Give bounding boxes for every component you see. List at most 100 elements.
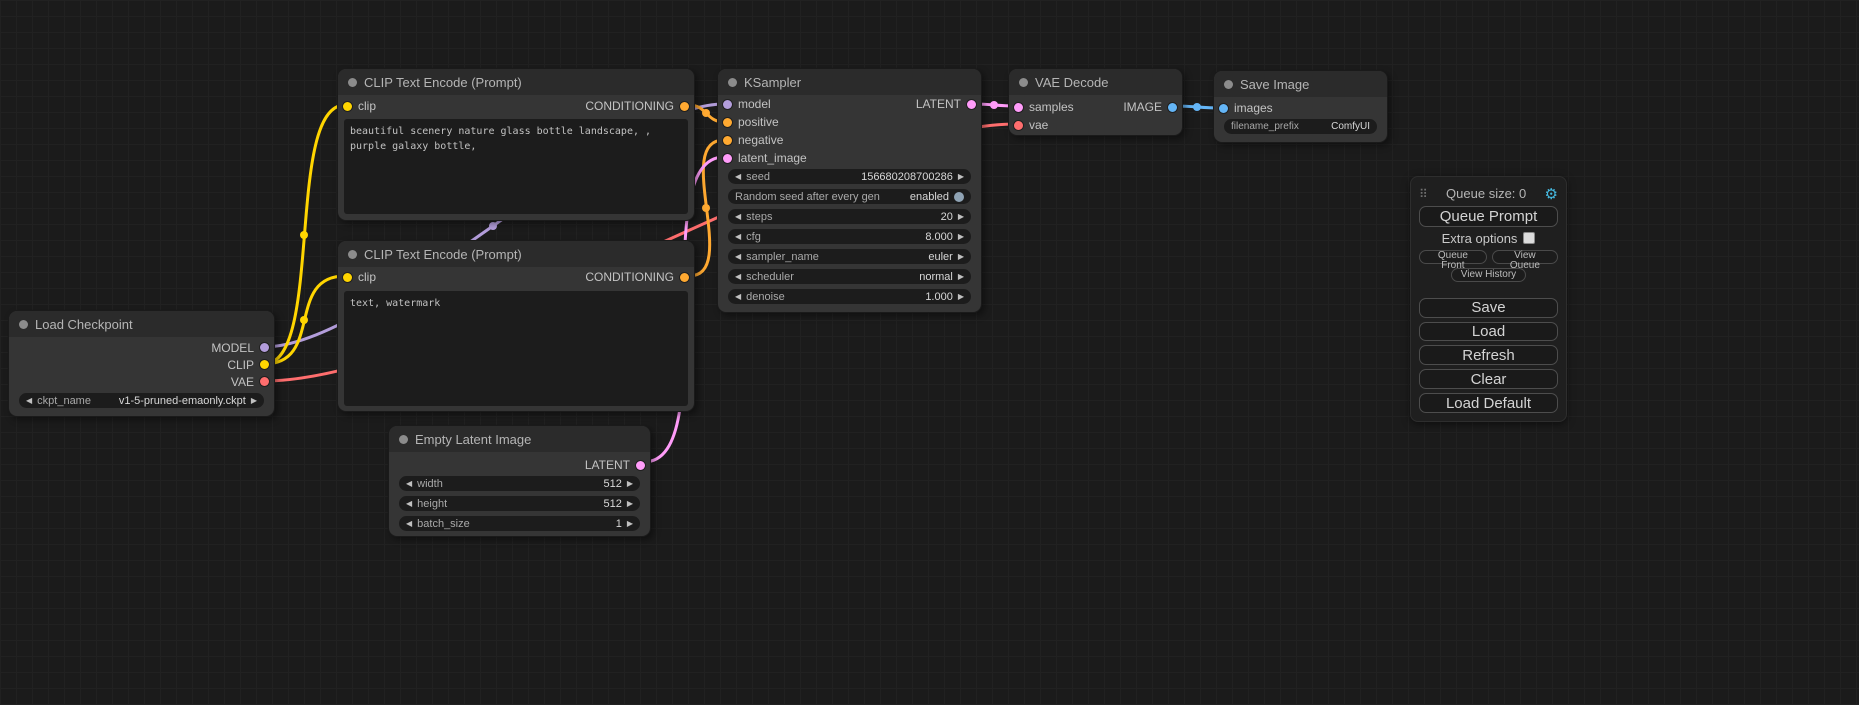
widget-width[interactable]: ◀ width 512 ▶ [399, 476, 640, 491]
increment-arrow-icon[interactable]: ▶ [958, 292, 964, 301]
increment-arrow-icon[interactable]: ▶ [627, 519, 633, 528]
slot-row: images [1214, 99, 1387, 117]
widget-name: denoise [746, 291, 785, 303]
increment-arrow-icon[interactable]: ▶ [958, 172, 964, 181]
input-port-latent-image[interactable] [723, 154, 732, 163]
node-title-bar[interactable]: Save Image [1214, 71, 1387, 97]
node-title-bar[interactable]: Empty Latent Image [389, 426, 650, 452]
node-title-bar[interactable]: VAE Decode [1009, 69, 1182, 95]
slot-row: vae [1009, 116, 1182, 134]
increment-arrow-icon[interactable]: ▶ [958, 252, 964, 261]
output-port-latent[interactable] [636, 461, 645, 470]
decrement-arrow-icon[interactable]: ◀ [735, 272, 741, 281]
node-title-bar[interactable]: CLIP Text Encode (Prompt) [338, 69, 694, 95]
prompt-text-area[interactable]: text, watermark [344, 291, 688, 406]
widget-filename-prefix[interactable]: filename_prefix ComfyUI [1224, 119, 1377, 134]
load-button[interactable]: Load [1419, 322, 1558, 342]
decrement-arrow-icon[interactable]: ◀ [406, 479, 412, 488]
slot-row: model LATENT [718, 95, 981, 113]
collapse-dot-icon[interactable] [1019, 78, 1028, 87]
decrement-arrow-icon[interactable]: ◀ [406, 519, 412, 528]
wire-midpoint-dot [300, 316, 308, 324]
input-port-positive[interactable] [723, 118, 732, 127]
node-canvas[interactable]: Load Checkpoint MODEL CLIP VAE [0, 0, 1859, 705]
output-port-image[interactable] [1168, 103, 1177, 112]
node-title: KSampler [744, 75, 801, 90]
node-vae-decode[interactable]: VAE Decode samples IMAGE vae [1008, 68, 1183, 136]
decrement-arrow-icon[interactable]: ◀ [735, 232, 741, 241]
node-clip-text-encode-negative[interactable]: CLIP Text Encode (Prompt) clip CONDITION… [337, 240, 695, 412]
decrement-arrow-icon[interactable]: ◀ [406, 499, 412, 508]
widget-ckpt-name[interactable]: ◀ ckpt_name v1-5-pruned-emaonly.ckpt ▶ [19, 393, 264, 408]
input-port-clip[interactable] [343, 102, 352, 111]
output-port-clip[interactable] [260, 360, 269, 369]
decrement-arrow-icon[interactable]: ◀ [735, 292, 741, 301]
collapse-dot-icon[interactable] [1224, 80, 1233, 89]
node-title-bar[interactable]: Load Checkpoint [9, 311, 274, 337]
output-port-vae[interactable] [260, 377, 269, 386]
save-button[interactable]: Save [1419, 298, 1558, 318]
collapse-dot-icon[interactable] [348, 78, 357, 87]
output-port-latent[interactable] [967, 100, 976, 109]
queue-size-value: 0 [1519, 186, 1526, 201]
increment-arrow-icon[interactable]: ▶ [627, 479, 633, 488]
refresh-button[interactable]: Refresh [1419, 345, 1558, 365]
input-port-images[interactable] [1219, 104, 1228, 113]
collapse-dot-icon[interactable] [399, 435, 408, 444]
collapse-dot-icon[interactable] [348, 250, 357, 259]
drag-handle-icon[interactable]: ⠿ [1419, 187, 1428, 201]
node-ksampler[interactable]: KSampler model LATENT positive [717, 68, 982, 313]
output-port-model[interactable] [260, 343, 269, 352]
slot-row: negative [718, 131, 981, 149]
input-port-model[interactable] [723, 100, 732, 109]
decrement-arrow-icon[interactable]: ◀ [26, 396, 32, 405]
node-title-bar[interactable]: CLIP Text Encode (Prompt) [338, 241, 694, 267]
increment-arrow-icon[interactable]: ▶ [251, 396, 257, 405]
widget-name: ckpt_name [37, 395, 91, 407]
increment-arrow-icon[interactable]: ▶ [958, 232, 964, 241]
queue-prompt-button[interactable]: Queue Prompt [1419, 206, 1558, 227]
extra-options-checkbox[interactable] [1523, 232, 1535, 244]
widget-seed[interactable]: ◀ seed 156680208700286 ▶ [728, 169, 971, 184]
increment-arrow-icon[interactable]: ▶ [627, 499, 633, 508]
widget-scheduler[interactable]: ◀ scheduler normal ▶ [728, 269, 971, 284]
input-port-vae[interactable] [1014, 121, 1023, 130]
widget-denoise[interactable]: ◀ denoise 1.000 ▶ [728, 289, 971, 304]
widget-sampler-name[interactable]: ◀ sampler_name euler ▶ [728, 249, 971, 264]
node-clip-text-encode-positive[interactable]: CLIP Text Encode (Prompt) clip CONDITION… [337, 68, 695, 221]
increment-arrow-icon[interactable]: ▶ [958, 272, 964, 281]
node-empty-latent-image[interactable]: Empty Latent Image LATENT ◀ width 512 ▶ … [388, 425, 651, 537]
wire-midpoint-dot [702, 109, 710, 117]
clear-button[interactable]: Clear [1419, 369, 1558, 389]
widget-value: v1-5-pruned-emaonly.ckpt [119, 395, 246, 407]
widget-batch-size[interactable]: ◀ batch_size 1 ▶ [399, 516, 640, 531]
decrement-arrow-icon[interactable]: ◀ [735, 252, 741, 261]
decrement-arrow-icon[interactable]: ◀ [735, 172, 741, 181]
widget-cfg[interactable]: ◀ cfg 8.000 ▶ [728, 229, 971, 244]
wire-clip-positive [264, 105, 345, 364]
node-save-image[interactable]: Save Image images filename_prefix ComfyU… [1213, 70, 1388, 143]
prompt-text-area[interactable]: beautiful scenery nature glass bottle la… [344, 119, 688, 214]
view-queue-button[interactable]: View Queue [1492, 250, 1558, 264]
node-title-bar[interactable]: KSampler [718, 69, 981, 95]
view-history-button[interactable]: View History [1451, 268, 1526, 282]
input-port-clip[interactable] [343, 273, 352, 282]
output-port-conditioning[interactable] [680, 273, 689, 282]
settings-gear-icon[interactable]: ⚙ [1545, 185, 1558, 203]
wire-midpoint-dot [1193, 103, 1201, 111]
input-port-samples[interactable] [1014, 103, 1023, 112]
node-load-checkpoint[interactable]: Load Checkpoint MODEL CLIP VAE [8, 310, 275, 417]
toggle-knob-icon[interactable] [954, 192, 964, 202]
increment-arrow-icon[interactable]: ▶ [958, 212, 964, 221]
input-port-negative[interactable] [723, 136, 732, 145]
decrement-arrow-icon[interactable]: ◀ [735, 212, 741, 221]
load-default-button[interactable]: Load Default [1419, 393, 1558, 413]
queue-front-button[interactable]: Queue Front [1419, 250, 1487, 264]
output-port-conditioning[interactable] [680, 102, 689, 111]
widget-steps[interactable]: ◀ steps 20 ▶ [728, 209, 971, 224]
queue-size-label: Queue size: 0 [1446, 186, 1526, 201]
widget-height[interactable]: ◀ height 512 ▶ [399, 496, 640, 511]
widget-random-seed-toggle[interactable]: Random seed after every gen enabled [728, 189, 971, 204]
collapse-dot-icon[interactable] [728, 78, 737, 87]
collapse-dot-icon[interactable] [19, 320, 28, 329]
